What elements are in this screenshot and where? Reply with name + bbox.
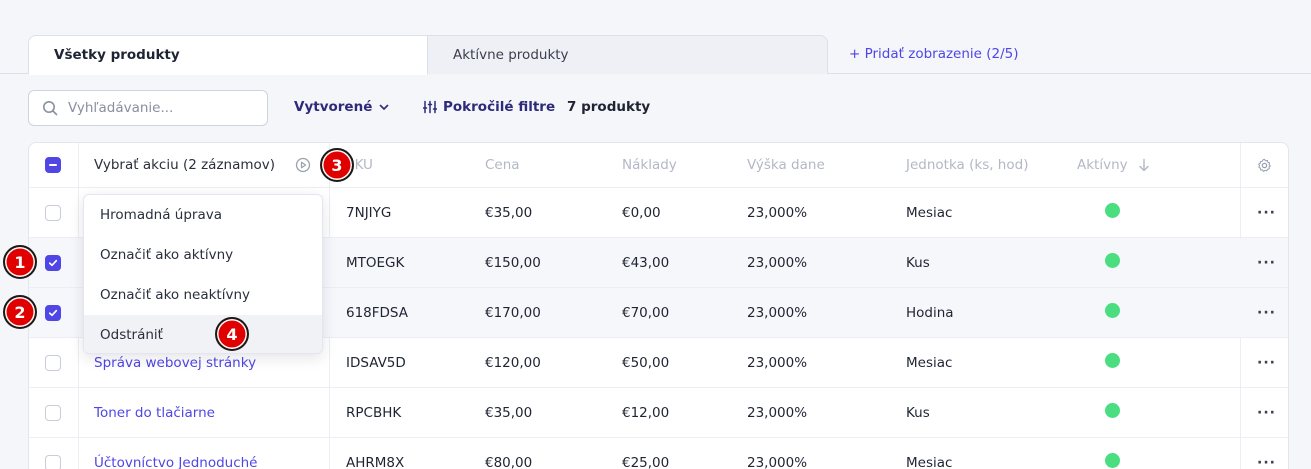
tax-cell: 23,000% xyxy=(747,254,808,271)
row-checkbox[interactable] xyxy=(45,354,61,371)
row-checkbox-checked[interactable] xyxy=(45,304,61,321)
tab-active-products[interactable]: Aktívne produkty xyxy=(427,35,828,74)
price-cell: €170,00 xyxy=(485,304,541,321)
unit-cell: Hodina xyxy=(906,304,954,321)
tax-cell: 23,000% xyxy=(747,204,808,221)
bulk-action-select[interactable]: Vybrať akciu (2 záznamov) xyxy=(94,143,324,187)
sku-cell: RPCBHK xyxy=(346,404,402,421)
column-settings-button[interactable] xyxy=(1257,143,1272,187)
tax-cell: 23,000% xyxy=(747,304,808,321)
table-row[interactable]: Toner do tlačiarne RPCBHK €35,00 €12,00 … xyxy=(29,388,1288,438)
cost-cell: €12,00 xyxy=(622,404,670,421)
menu-item-bulk-edit[interactable]: Hromadná úprava xyxy=(84,195,322,235)
search-box[interactable] xyxy=(28,90,268,126)
row-more-menu-icon[interactable]: ··· xyxy=(1257,188,1276,237)
row-more-menu-icon[interactable]: ··· xyxy=(1257,338,1276,387)
bulk-action-menu: Hromadná úprava Označiť ako aktívny Ozna… xyxy=(83,194,323,354)
step-marker-1: 1 xyxy=(3,245,37,279)
search-icon xyxy=(43,101,58,116)
menu-item-mark-inactive[interactable]: Označiť ako neaktívny xyxy=(84,275,322,315)
row-more-menu-icon[interactable]: ··· xyxy=(1257,238,1276,287)
created-sort-dropdown[interactable]: Vytvorené xyxy=(294,99,390,115)
col-header-active-label: Aktívny xyxy=(1077,157,1128,173)
unit-cell: Mesiac xyxy=(906,454,953,469)
row-more-menu-icon[interactable]: ··· xyxy=(1257,388,1276,437)
select-all-checkbox[interactable] xyxy=(45,157,61,173)
price-cell: €35,00 xyxy=(485,404,533,421)
price-cell: €150,00 xyxy=(485,254,541,271)
add-view-link[interactable]: + Pridať zobrazenie (2/5) xyxy=(849,46,1019,62)
col-header-cost[interactable]: Náklady xyxy=(622,143,677,187)
cost-cell: €50,00 xyxy=(622,354,670,371)
tax-cell: 23,000% xyxy=(747,354,808,371)
view-tabs-bar: Všetky produkty Aktívne produkty + Prida… xyxy=(0,0,1311,75)
cost-cell: €43,00 xyxy=(622,254,670,271)
tax-cell: 23,000% xyxy=(747,454,808,469)
tax-cell: 23,000% xyxy=(747,404,808,421)
bulk-action-label: Vybrať akciu (2 záznamov) xyxy=(94,157,276,173)
chevron-down-icon xyxy=(380,104,389,110)
row-checkbox[interactable] xyxy=(45,404,61,421)
cost-cell: €0,00 xyxy=(622,204,661,221)
unit-cell: Mesiac xyxy=(906,354,953,371)
step-marker-4: 4 xyxy=(215,317,249,351)
sku-cell: AHRM8X xyxy=(346,454,405,469)
product-count: 7 produkty xyxy=(567,99,651,115)
row-checkbox[interactable] xyxy=(45,454,61,469)
filter-sliders-icon xyxy=(423,100,437,114)
sku-cell: MTOEGK xyxy=(346,254,405,271)
unit-cell: Kus xyxy=(906,254,930,271)
active-status-dot xyxy=(1105,353,1120,368)
menu-item-delete[interactable]: Odstrániť xyxy=(84,315,322,353)
active-status-dot xyxy=(1105,203,1120,218)
sku-cell: 618FDSA xyxy=(346,304,408,321)
row-more-menu-icon[interactable]: ··· xyxy=(1257,438,1276,469)
sku-cell: 7NJIYG xyxy=(346,204,392,221)
step-marker-3: 3 xyxy=(320,148,354,182)
col-header-tax[interactable]: Výška dane xyxy=(747,143,825,187)
step-marker-2: 2 xyxy=(3,295,37,329)
col-header-price[interactable]: Cena xyxy=(485,143,520,187)
sort-down-arrow-icon xyxy=(1138,158,1149,172)
unit-cell: Mesiac xyxy=(906,204,953,221)
row-checkbox[interactable] xyxy=(45,204,61,221)
col-header-unit[interactable]: Jednotka (ks, hod) xyxy=(906,143,1028,187)
cost-cell: €25,00 xyxy=(622,454,670,469)
active-status-dot xyxy=(1105,253,1120,268)
product-name-link[interactable]: Účtovníctvo Jednoduché xyxy=(94,438,258,469)
advanced-filters-button[interactable]: Pokročilé filtre xyxy=(423,99,555,115)
price-cell: €35,00 xyxy=(485,204,533,221)
col-header-active[interactable]: Aktívny xyxy=(1077,143,1150,187)
check-icon xyxy=(48,259,58,266)
price-cell: €80,00 xyxy=(485,454,533,469)
table-header: Vybrať akciu (2 záznamov) SKU Cena Nákla… xyxy=(29,143,1288,188)
tab-label: Všetky produkty xyxy=(54,47,180,63)
created-label: Vytvorené xyxy=(294,99,373,115)
check-icon xyxy=(48,309,58,316)
filters-label: Pokročilé filtre xyxy=(443,99,556,115)
unit-cell: Kus xyxy=(906,404,930,421)
active-status-dot xyxy=(1105,403,1120,418)
table-row[interactable]: Účtovníctvo Jednoduché AHRM8X €80,00 €25… xyxy=(29,438,1288,469)
product-name-link[interactable]: Toner do tlačiarne xyxy=(94,388,215,437)
gear-icon xyxy=(1258,158,1271,172)
play-icon[interactable] xyxy=(295,157,311,173)
cost-cell: €70,00 xyxy=(622,304,670,321)
row-checkbox-checked[interactable] xyxy=(45,254,61,271)
row-more-menu-icon[interactable]: ··· xyxy=(1257,288,1276,337)
price-cell: €120,00 xyxy=(485,354,541,371)
active-status-dot xyxy=(1105,303,1120,318)
tab-label: Aktívne produkty xyxy=(453,47,569,63)
tab-all-products[interactable]: Všetky produkty xyxy=(28,35,428,75)
menu-item-mark-active[interactable]: Označiť ako aktívny xyxy=(84,235,322,275)
sku-cell: IDSAV5D xyxy=(346,354,406,371)
active-status-dot xyxy=(1105,453,1120,468)
search-input[interactable] xyxy=(68,100,248,116)
